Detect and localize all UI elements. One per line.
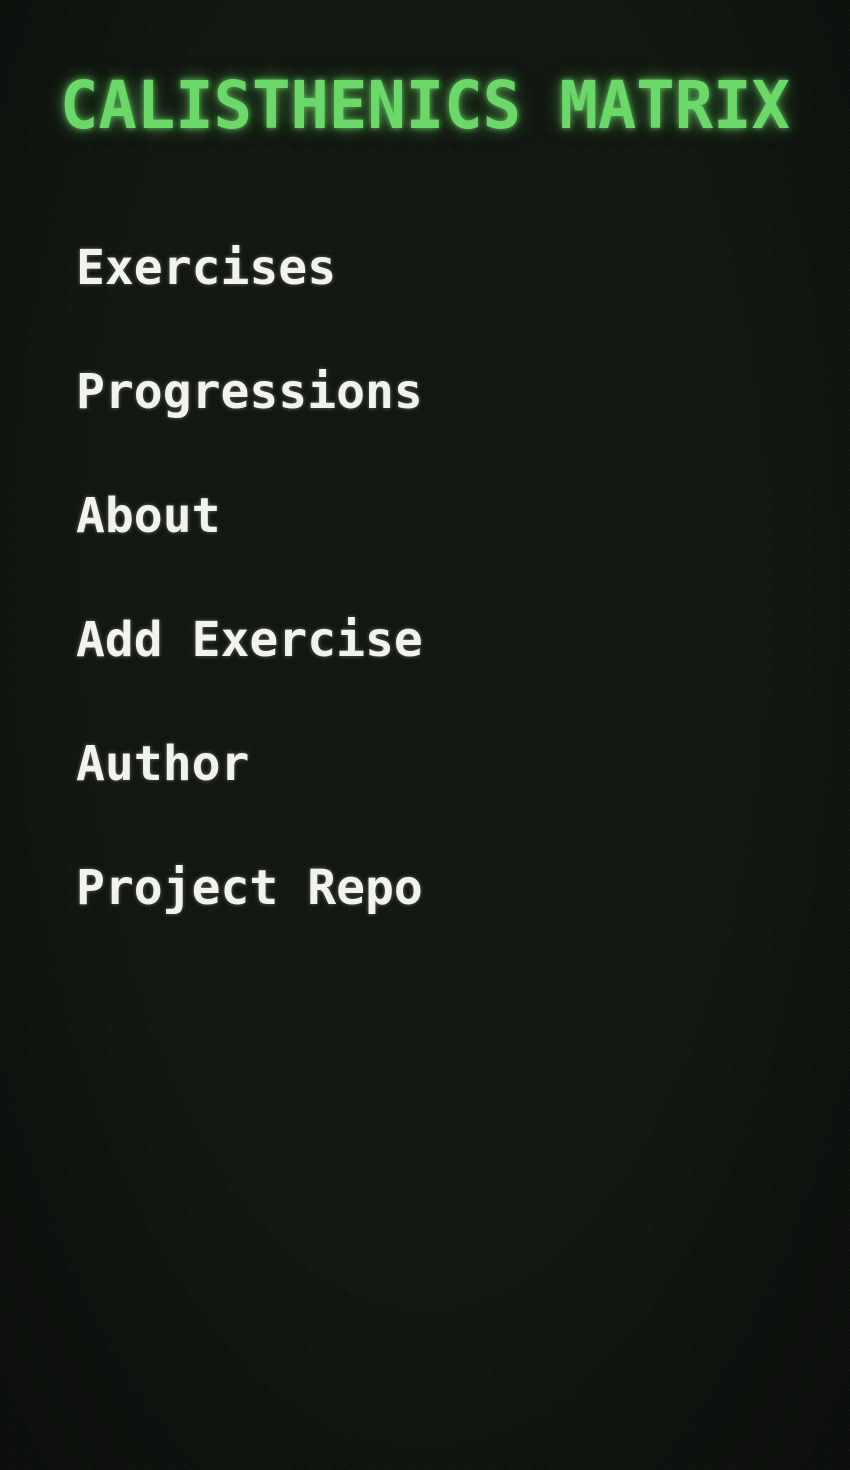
site-title: CALISTHENICS MATRIX	[60, 67, 790, 144]
nav-item-about: About	[76, 480, 423, 604]
nav-link-author[interactable]: Author	[76, 728, 249, 800]
nav-link-about[interactable]: About	[76, 480, 221, 552]
nav-item-exercises: Exercises	[76, 232, 423, 356]
nav-link-project-repo[interactable]: Project Repo	[76, 852, 423, 924]
nav-item-author: Author	[76, 728, 423, 852]
nav-link-exercises[interactable]: Exercises	[76, 232, 336, 304]
nav-link-progressions[interactable]: Progressions	[76, 356, 423, 428]
nav-item-progressions: Progressions	[76, 356, 423, 480]
nav-item-project-repo: Project Repo	[76, 852, 423, 976]
nav-link-add-exercise[interactable]: Add Exercise	[76, 604, 423, 676]
nav-item-add-exercise: Add Exercise	[76, 604, 423, 728]
nav-menu: Exercises Progressions About Add Exercis…	[76, 232, 423, 976]
